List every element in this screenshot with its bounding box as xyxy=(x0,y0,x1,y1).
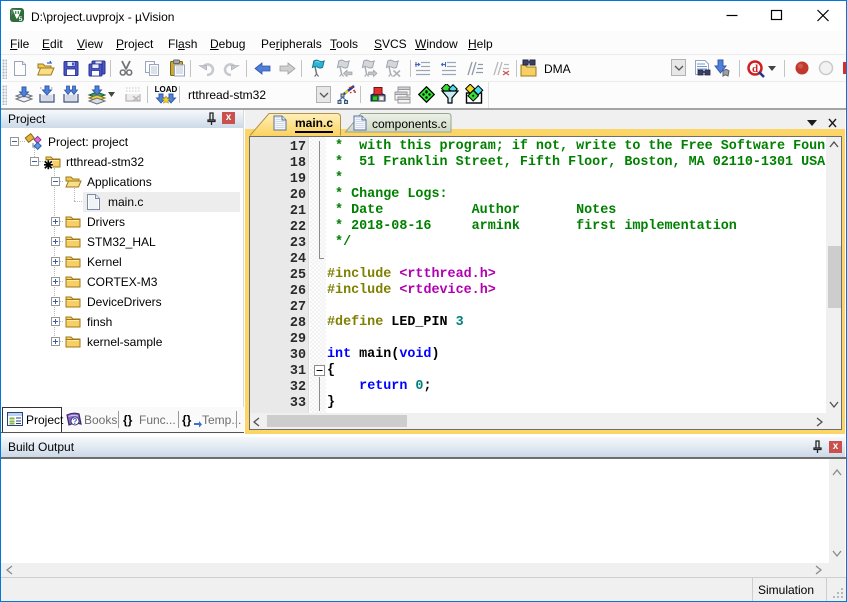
svg-text:LOAD: LOAD xyxy=(155,85,177,94)
svg-text:d: d xyxy=(752,63,758,75)
svg-text:?: ? xyxy=(73,417,78,426)
svg-text:5: 5 xyxy=(19,16,23,22)
